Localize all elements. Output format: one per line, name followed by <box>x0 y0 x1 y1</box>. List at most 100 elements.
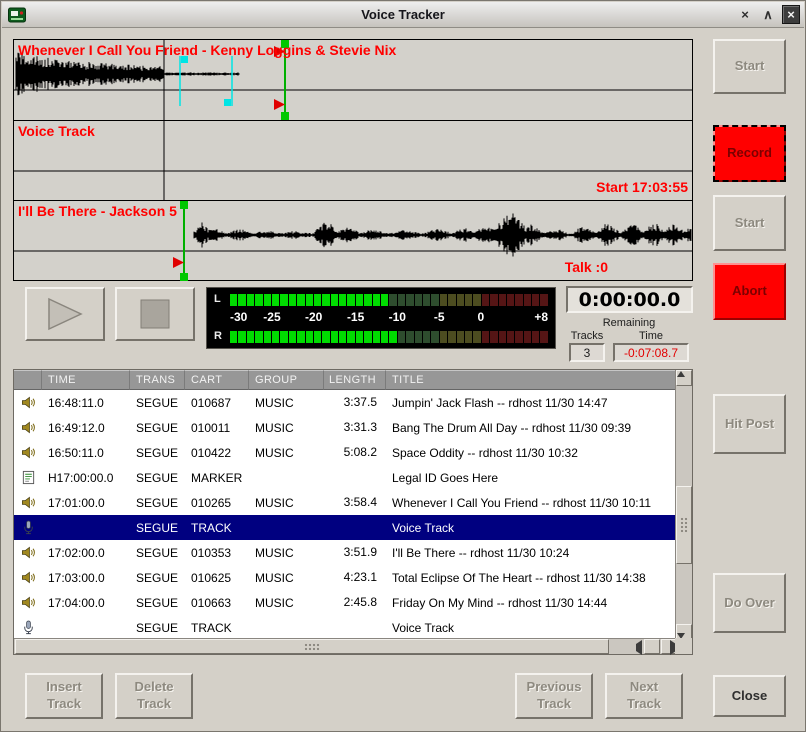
insert-track-button[interactable]: Insert Track <box>25 673 103 719</box>
log-cell-cart: 010663 <box>185 596 249 610</box>
log-cell-group: MUSIC <box>249 396 324 410</box>
log-vertical-scrollbar[interactable] <box>675 370 692 640</box>
log-cell-cart: 010625 <box>185 571 249 585</box>
elapsed-time-display: 0:00:00.0 <box>566 286 693 313</box>
start-playback-button[interactable]: Start <box>713 39 786 94</box>
close-button[interactable]: Close <box>713 675 786 717</box>
title-bar[interactable]: Voice Tracker × ∧ × <box>2 2 804 28</box>
time-remaining-value: -0:07:08.7 <box>613 343 689 362</box>
fade-markers[interactable] <box>180 56 232 106</box>
log-cell-cart: 010422 <box>185 446 249 460</box>
log-cell-length: 2:45.8 <box>324 590 386 615</box>
log-cell-group: MUSIC <box>249 546 324 560</box>
previous-track-button[interactable]: Previous Track <box>515 673 593 719</box>
meter-scale-label: -5 <box>434 310 445 324</box>
close-window-button[interactable]: × <box>782 5 800 24</box>
audio-level-meter: L -30-25-20-15-10-50+8 R <box>206 287 556 349</box>
log-header-group[interactable]: GROUP <box>249 370 324 390</box>
log-cell-trans: SEGUE <box>130 596 185 610</box>
log-table: TIME TRANS CART GROUP LENGTH TITLE 16:48… <box>13 369 693 655</box>
meter-scale-label: -30 <box>230 310 247 324</box>
log-header-trans[interactable]: TRANS <box>130 370 185 390</box>
log-header-title[interactable]: TITLE <box>386 370 676 390</box>
mic-icon <box>20 620 36 636</box>
window-title: Voice Tracker <box>2 7 804 22</box>
scroll-left-button[interactable] <box>644 639 660 654</box>
log-header-length[interactable]: LENGTH <box>324 370 386 390</box>
log-cell-title: Bang The Drum All Day -- rdhost 11/30 09… <box>386 421 676 435</box>
log-cell-cart: 010353 <box>185 546 249 560</box>
hit-post-button[interactable]: Hit Post <box>713 394 786 454</box>
log-cell-title: I'll Be There -- rdhost 11/30 10:24 <box>386 546 676 560</box>
log-cell-trans: SEGUE <box>130 471 185 485</box>
horizontal-scroll-thumb[interactable] <box>15 639 609 654</box>
log-cell-group: MUSIC <box>249 596 324 610</box>
log-cell-title: Total Eclipse Of The Heart -- rdhost 11/… <box>386 571 676 585</box>
shade-button[interactable]: ∧ <box>759 5 777 24</box>
log-row[interactable]: 17:03:00.0 SEGUE 010625 MUSIC 4:23.1 Tot… <box>14 565 676 590</box>
log-cell-time: 16:49:12.0 <box>42 421 130 435</box>
log-cell-length: 4:23.1 <box>324 565 386 590</box>
log-row[interactable]: 16:50:11.0 SEGUE 010422 MUSIC 5:08.2 Spa… <box>14 440 676 465</box>
log-cell-trans: SEGUE <box>130 496 185 510</box>
up-arrow-icon <box>677 371 685 377</box>
log-row[interactable]: H17:00:00.0 SEGUE MARKER Legal ID Goes H… <box>14 465 676 490</box>
log-row[interactable]: 17:01:00.0 SEGUE 010265 MUSIC 3:58.4 Whe… <box>14 490 676 515</box>
speaker-icon <box>20 445 36 461</box>
stop-icon <box>139 298 171 330</box>
log-header-time[interactable]: TIME <box>42 370 130 390</box>
vertical-scroll-thumb[interactable] <box>676 486 692 564</box>
play-icon <box>44 296 86 332</box>
log-cell-title: Space Oddity -- rdhost 11/30 10:32 <box>386 446 676 460</box>
log-horizontal-scrollbar[interactable] <box>14 638 677 654</box>
log-cell-time: 17:01:00.0 <box>42 496 130 510</box>
log-cell-cart: 010011 <box>185 421 249 435</box>
log-cell-length: 3:37.5 <box>324 390 386 415</box>
log-row[interactable]: 17:04:00.0 SEGUE 010663 MUSIC 2:45.8 Fri… <box>14 590 676 615</box>
log-header-row: TIME TRANS CART GROUP LENGTH TITLE <box>14 370 676 390</box>
meter-scale-label: -10 <box>389 310 406 324</box>
log-cell-cart: TRACK <box>185 621 249 635</box>
track-3-title: I'll Be There - Jackson 5 <box>18 203 177 219</box>
do-over-button[interactable]: Do Over <box>713 573 786 633</box>
log-cell-trans: SEGUE <box>130 396 185 410</box>
meter-scale-label: +8 <box>534 310 548 324</box>
left-arrow-icon <box>636 640 642 655</box>
start-next-button[interactable]: Start <box>713 195 786 251</box>
log-row[interactable]: 17:02:00.0 SEGUE 010353 MUSIC 3:51.9 I'l… <box>14 540 676 565</box>
meter-scale-label: -15 <box>347 310 364 324</box>
right-channel-label: R <box>214 330 230 343</box>
log-row[interactable]: 16:48:11.0 SEGUE 010687 MUSIC 3:37.5 Jum… <box>14 390 676 415</box>
play-button[interactable] <box>25 287 105 341</box>
track-1-title: Whenever I Call You Friend - Kenny Loggi… <box>18 42 396 58</box>
remaining-panel: Remaining Tracks 3 Time -0:07:08.7 <box>562 317 696 362</box>
waveform-display: Whenever I Call You Friend - Kenny Loggi… <box>13 39 693 281</box>
scroll-up-button[interactable] <box>676 370 692 386</box>
abort-button[interactable]: Abort <box>713 263 786 320</box>
log-cell-time: 17:02:00.0 <box>42 546 130 560</box>
waveform-track-2[interactable]: Voice Track Start 17:03:55 <box>14 120 692 200</box>
log-cell-time: 16:48:11.0 <box>42 396 130 410</box>
waveform-track-1[interactable]: Whenever I Call You Friend - Kenny Loggi… <box>14 40 692 120</box>
log-row[interactable]: SEGUE TRACK Voice Track <box>14 615 676 640</box>
waveform-track-3[interactable]: I'll Be There - Jackson 5 Talk :0 <box>14 200 692 280</box>
meter-scale-label: -25 <box>263 310 280 324</box>
log-header-cart[interactable]: CART <box>185 370 249 390</box>
log-row[interactable]: 16:49:12.0 SEGUE 010011 MUSIC 3:31.3 Ban… <box>14 415 676 440</box>
minimize-button[interactable]: × <box>736 5 754 24</box>
meter-scale-label: -20 <box>305 310 322 324</box>
next-track-button[interactable]: Next Track <box>605 673 683 719</box>
stop-button[interactable] <box>115 287 195 341</box>
record-button[interactable]: Record <box>713 125 786 182</box>
tracks-remaining-value: 3 <box>569 343 605 362</box>
time-remaining-label: Time <box>639 330 663 342</box>
log-cell-trans: SEGUE <box>130 421 185 435</box>
speaker-icon <box>20 545 36 561</box>
left-meter-bar <box>230 294 548 306</box>
log-cell-trans: SEGUE <box>130 446 185 460</box>
meter-scale: -30-25-20-15-10-50+8 <box>230 306 548 330</box>
log-cell-time: H17:00:00.0 <box>42 471 130 485</box>
log-row[interactable]: SEGUE TRACK Voice Track <box>14 515 676 540</box>
delete-track-button[interactable]: Delete Track <box>115 673 193 719</box>
log-cell-group: MUSIC <box>249 421 324 435</box>
